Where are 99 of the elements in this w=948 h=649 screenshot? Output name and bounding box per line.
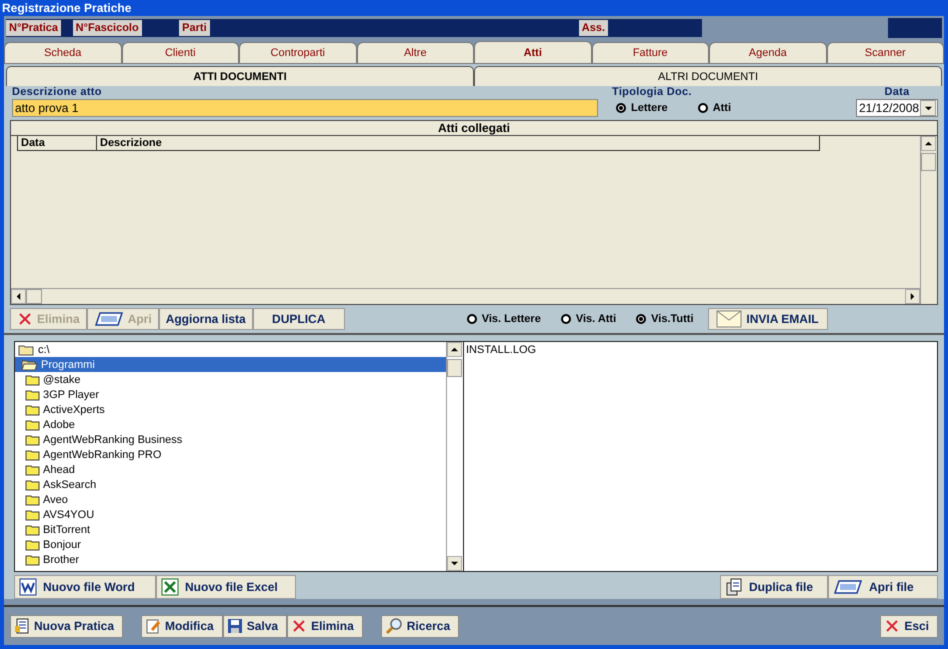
exit-button[interactable]: Esci <box>880 614 938 638</box>
toolbar-button[interactable]: Aggiorna lista <box>158 308 253 330</box>
field-label: Tipologia Doc. <box>612 86 693 99</box>
radio-option[interactable]: Lettere <box>616 102 668 114</box>
folder-item[interactable]: 3GP Player <box>15 387 446 402</box>
radio-option[interactable]: Vis. Atti <box>560 313 616 325</box>
footer-button[interactable]: Modifica <box>141 614 223 638</box>
folder-icon <box>25 434 40 446</box>
tab[interactable]: Fatture <box>592 42 709 63</box>
folder-item[interactable]: Brother <box>15 552 446 567</box>
scroll-thumb[interactable] <box>921 153 936 171</box>
field-label: Descrizione atto <box>12 86 103 99</box>
folder-item[interactable]: @stake <box>15 372 446 387</box>
arrow-left-icon <box>15 293 22 300</box>
file-button[interactable]: Duplica file <box>720 574 828 598</box>
folder-icon <box>25 508 40 520</box>
spreadsheet-icon <box>161 578 179 596</box>
close-icon <box>884 618 900 634</box>
folder-icon <box>25 554 40 566</box>
tab[interactable]: ALTRI DOCUMENTI <box>474 66 942 86</box>
column-header: Descrizione <box>96 136 819 150</box>
radio-option[interactable]: Atti <box>698 102 732 114</box>
document-icon <box>19 578 37 596</box>
search-icon <box>384 617 403 635</box>
tab[interactable]: ATTI DOCUMENTI <box>6 66 474 86</box>
tab[interactable]: Clienti <box>122 42 239 63</box>
toolbar-button[interactable]: DUPLICA <box>252 308 345 330</box>
folder-icon <box>25 538 40 550</box>
footer-button[interactable]: Ricerca <box>380 614 460 638</box>
folder-item[interactable]: BitTorrent <box>15 522 446 537</box>
radio-option[interactable]: Vis.Tutti <box>636 313 694 325</box>
field-label: Data <box>884 86 910 99</box>
arrow-right-icon <box>909 293 916 300</box>
tab[interactable]: Controparti <box>239 42 356 63</box>
folder-icon <box>25 448 40 460</box>
close-icon <box>291 618 308 634</box>
field-label: N°Pratica <box>6 20 62 36</box>
envelope-icon <box>716 310 742 328</box>
folder-item[interactable]: Aveo <box>15 492 446 507</box>
document-icon <box>14 618 30 634</box>
edit-icon <box>145 618 162 634</box>
file-item[interactable]: INSTALL.LOG <box>466 344 935 356</box>
folder-item[interactable]: AVS4YOU <box>15 507 446 522</box>
scroll-button[interactable] <box>11 289 26 304</box>
window-icon <box>94 311 124 327</box>
footer-button[interactable]: Salva <box>222 614 288 638</box>
radio-option[interactable]: Vis. Lettere <box>466 313 541 325</box>
folder-item[interactable]: Bonjour <box>15 537 446 552</box>
arrow-down-icon <box>924 104 932 112</box>
file-button[interactable]: Nuovo file Excel <box>156 574 296 598</box>
field-label: Ass. <box>578 20 608 36</box>
scroll-thumb[interactable] <box>447 359 462 377</box>
arrow-up-icon <box>925 140 932 147</box>
folder-icon <box>25 524 40 536</box>
description-field[interactable]: atto prova 1 <box>12 99 598 117</box>
folder-icon <box>25 404 40 416</box>
scroll-button[interactable] <box>921 136 936 151</box>
table-title: Atti collegati <box>11 121 937 136</box>
folder-item[interactable]: AskSearch <box>15 477 446 492</box>
tab[interactable]: Altre <box>356 42 474 63</box>
folder-item[interactable]: Adobe <box>15 417 446 432</box>
arrow-up-icon <box>451 346 458 353</box>
tab[interactable]: Scheda <box>4 42 122 63</box>
arrow-down-icon <box>451 560 458 567</box>
footer-button[interactable]: Elimina <box>287 614 363 638</box>
folder-item[interactable]: AgentWebRanking Business <box>15 432 446 447</box>
field-label: Parti <box>179 20 210 36</box>
header-panel <box>888 18 942 38</box>
open-folder-icon <box>21 358 38 370</box>
date-field[interactable]: 21/12/2008 <box>856 99 938 117</box>
copy-icon <box>725 578 743 596</box>
folder-item[interactable]: AgentWebRanking PRO <box>15 447 446 462</box>
scroll-button[interactable] <box>905 289 920 304</box>
window-title: Registrazione Pratiche <box>2 0 132 16</box>
field-label: N°Fascicolo <box>72 20 142 36</box>
tab[interactable]: Atti <box>474 41 592 63</box>
folder-item[interactable]: c:\ <box>15 342 446 357</box>
folder-icon <box>25 478 40 490</box>
file-button[interactable]: Nuovo file Word <box>14 574 156 598</box>
close-icon <box>17 311 33 327</box>
file-button[interactable]: Apri file <box>828 574 938 598</box>
tab[interactable]: Scanner <box>826 42 944 63</box>
column-header: Data <box>17 136 96 150</box>
window-icon <box>833 578 863 594</box>
folder-icon <box>25 464 40 476</box>
folder-item[interactable]: ActiveXperts <box>15 402 446 417</box>
tab[interactable]: Agenda <box>709 42 826 63</box>
folder-item[interactable]: Programmi <box>15 357 446 372</box>
scroll-thumb[interactable] <box>26 289 42 304</box>
scroll-button[interactable] <box>447 342 462 357</box>
dropdown-button[interactable] <box>920 100 936 116</box>
folder-icon <box>25 418 40 430</box>
footer-button[interactable]: Nuova Pratica <box>10 614 124 638</box>
email-button[interactable]: INVIA EMAIL <box>708 308 828 330</box>
folder-item[interactable]: Ahead <box>15 462 446 477</box>
folder-icon <box>25 494 40 506</box>
scroll-button[interactable] <box>447 556 462 571</box>
folder-icon <box>25 388 40 400</box>
save-icon <box>226 618 243 634</box>
